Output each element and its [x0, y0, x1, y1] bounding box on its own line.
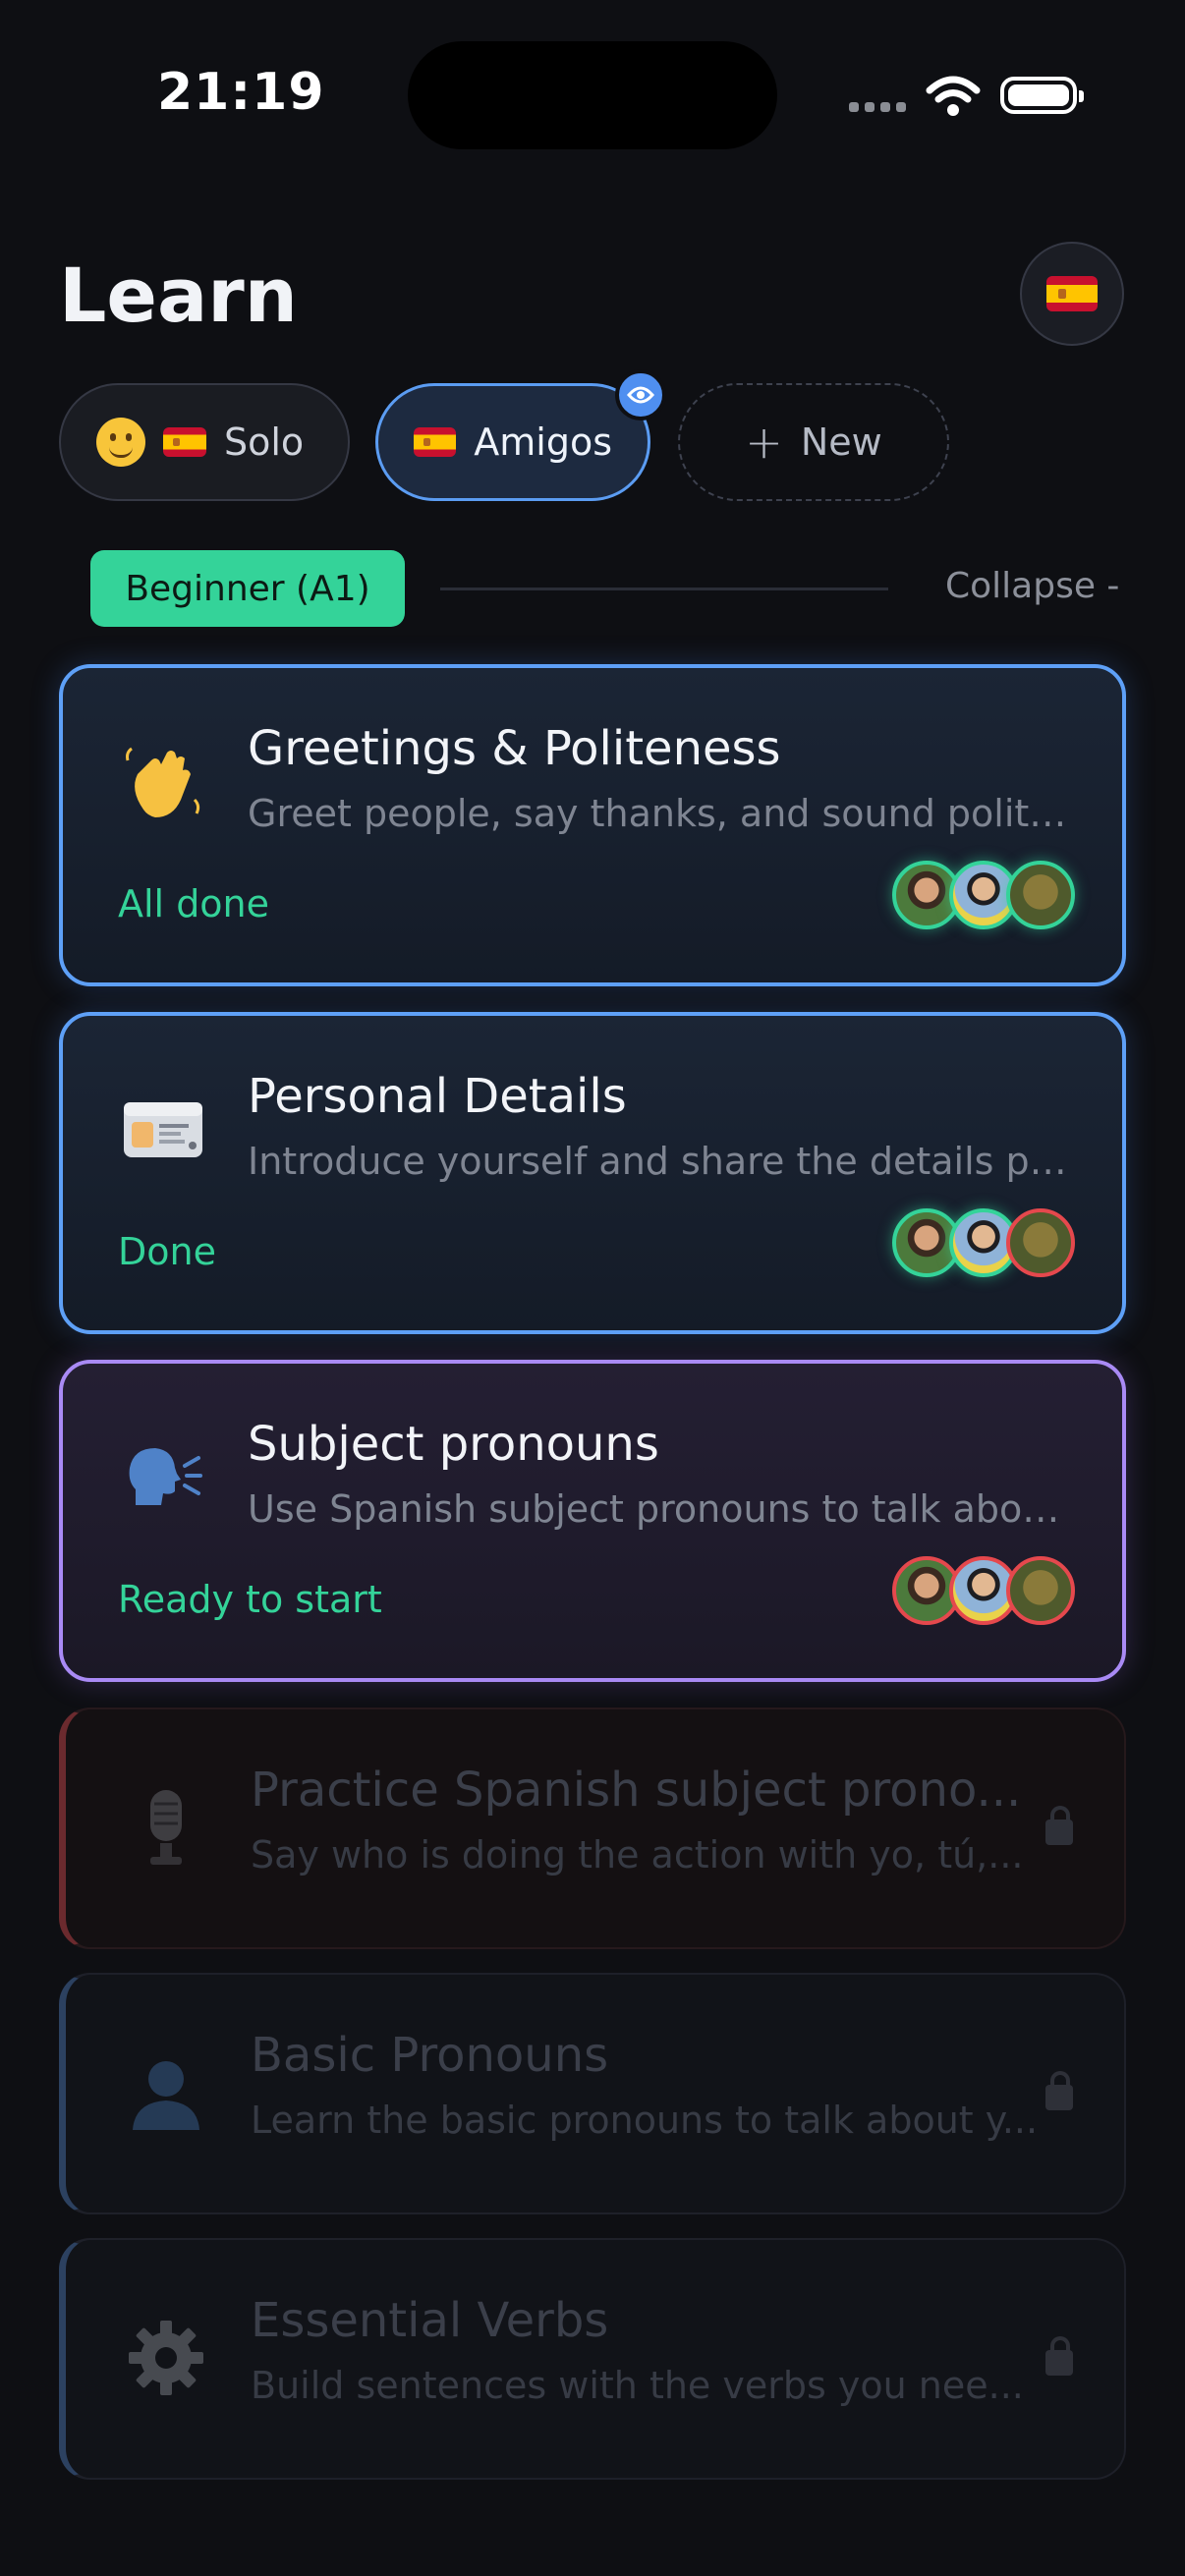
avatar — [1006, 861, 1075, 929]
lesson-title: Essential Verbs — [251, 2293, 609, 2348]
spain-flag-icon — [1046, 276, 1098, 311]
lesson-card-greetings[interactable]: Greetings & Politeness Greet people, say… — [59, 664, 1126, 986]
lesson-status: All done — [118, 882, 270, 925]
lesson-title: Subject pronouns — [248, 1417, 659, 1472]
avatar — [1006, 1208, 1075, 1277]
waving-hand-icon — [122, 741, 204, 823]
id-card-icon — [122, 1089, 204, 1171]
lesson-title: Greetings & Politeness — [248, 721, 781, 776]
participant-avatars — [892, 1208, 1075, 1277]
spain-flag-icon — [163, 427, 206, 457]
participant-avatars — [892, 1556, 1075, 1625]
lesson-description: Introduce yourself and share the details… — [248, 1140, 1073, 1183]
battery-icon — [1000, 77, 1084, 114]
participant-avatars — [892, 861, 1075, 929]
microphone-icon — [125, 1786, 207, 1869]
lesson-description: Learn the basic pronouns to talk about y… — [251, 2099, 1039, 2142]
lesson-description: Greet people, say thanks, and sound poli… — [248, 792, 1073, 835]
lesson-status: Ready to start — [118, 1578, 382, 1621]
group-chip-label: Amigos — [474, 420, 612, 464]
lock-icon — [1045, 2071, 1073, 2110]
avatar — [1006, 1556, 1075, 1625]
lesson-card-subject-pronouns[interactable]: Subject pronouns Use Spanish subject pro… — [59, 1360, 1126, 1682]
plus-icon: + — [745, 416, 783, 469]
lesson-title: Basic Pronouns — [251, 2028, 609, 2083]
status-time: 21:19 — [157, 63, 325, 122]
page-title: Learn — [59, 252, 298, 339]
group-chip-label: Solo — [224, 420, 305, 464]
new-group-button[interactable]: + New — [678, 383, 949, 501]
lesson-title: Practice Spanish subject prono... — [251, 1763, 1022, 1818]
eye-icon[interactable] — [615, 369, 666, 420]
lock-icon — [1045, 1806, 1073, 1845]
level-divider — [440, 588, 888, 590]
collapse-button[interactable]: Collapse - — [945, 566, 1119, 606]
dynamic-island — [408, 41, 777, 149]
lesson-title: Personal Details — [248, 1069, 627, 1124]
spain-flag-icon — [414, 427, 457, 457]
lock-icon — [1045, 2336, 1073, 2376]
lesson-description: Use Spanish subject pronouns to talk abo… — [248, 1487, 1073, 1531]
group-chip-solo[interactable]: Solo — [59, 383, 350, 501]
speaking-head-icon — [122, 1436, 204, 1519]
smiling-face-icon — [96, 418, 145, 467]
lesson-description: Build sentences with the verbs you nee..… — [251, 2364, 1024, 2407]
language-selector-button[interactable] — [1020, 242, 1124, 346]
lesson-card-personal-details[interactable]: Personal Details Introduce yourself and … — [59, 1012, 1126, 1334]
lesson-card-essential-verbs[interactable]: Essential Verbs Build sentences with the… — [59, 2238, 1126, 2480]
cellular-signal-icon — [849, 102, 906, 112]
level-badge[interactable]: Beginner (A1) — [90, 550, 405, 627]
wifi-icon — [926, 76, 981, 116]
bust-silhouette-icon — [125, 2051, 207, 2134]
new-group-label: New — [800, 420, 882, 464]
gear-icon — [125, 2317, 207, 2399]
lesson-status: Done — [118, 1230, 216, 1273]
group-chip-amigos[interactable]: Amigos — [375, 383, 650, 501]
lesson-card-practice-pronouns[interactable]: Practice Spanish subject prono... Say wh… — [59, 1708, 1126, 1949]
lesson-description: Say who is doing the action with yo, tú,… — [251, 1833, 1024, 1876]
lesson-card-basic-pronouns[interactable]: Basic Pronouns Learn the basic pronouns … — [59, 1973, 1126, 2214]
